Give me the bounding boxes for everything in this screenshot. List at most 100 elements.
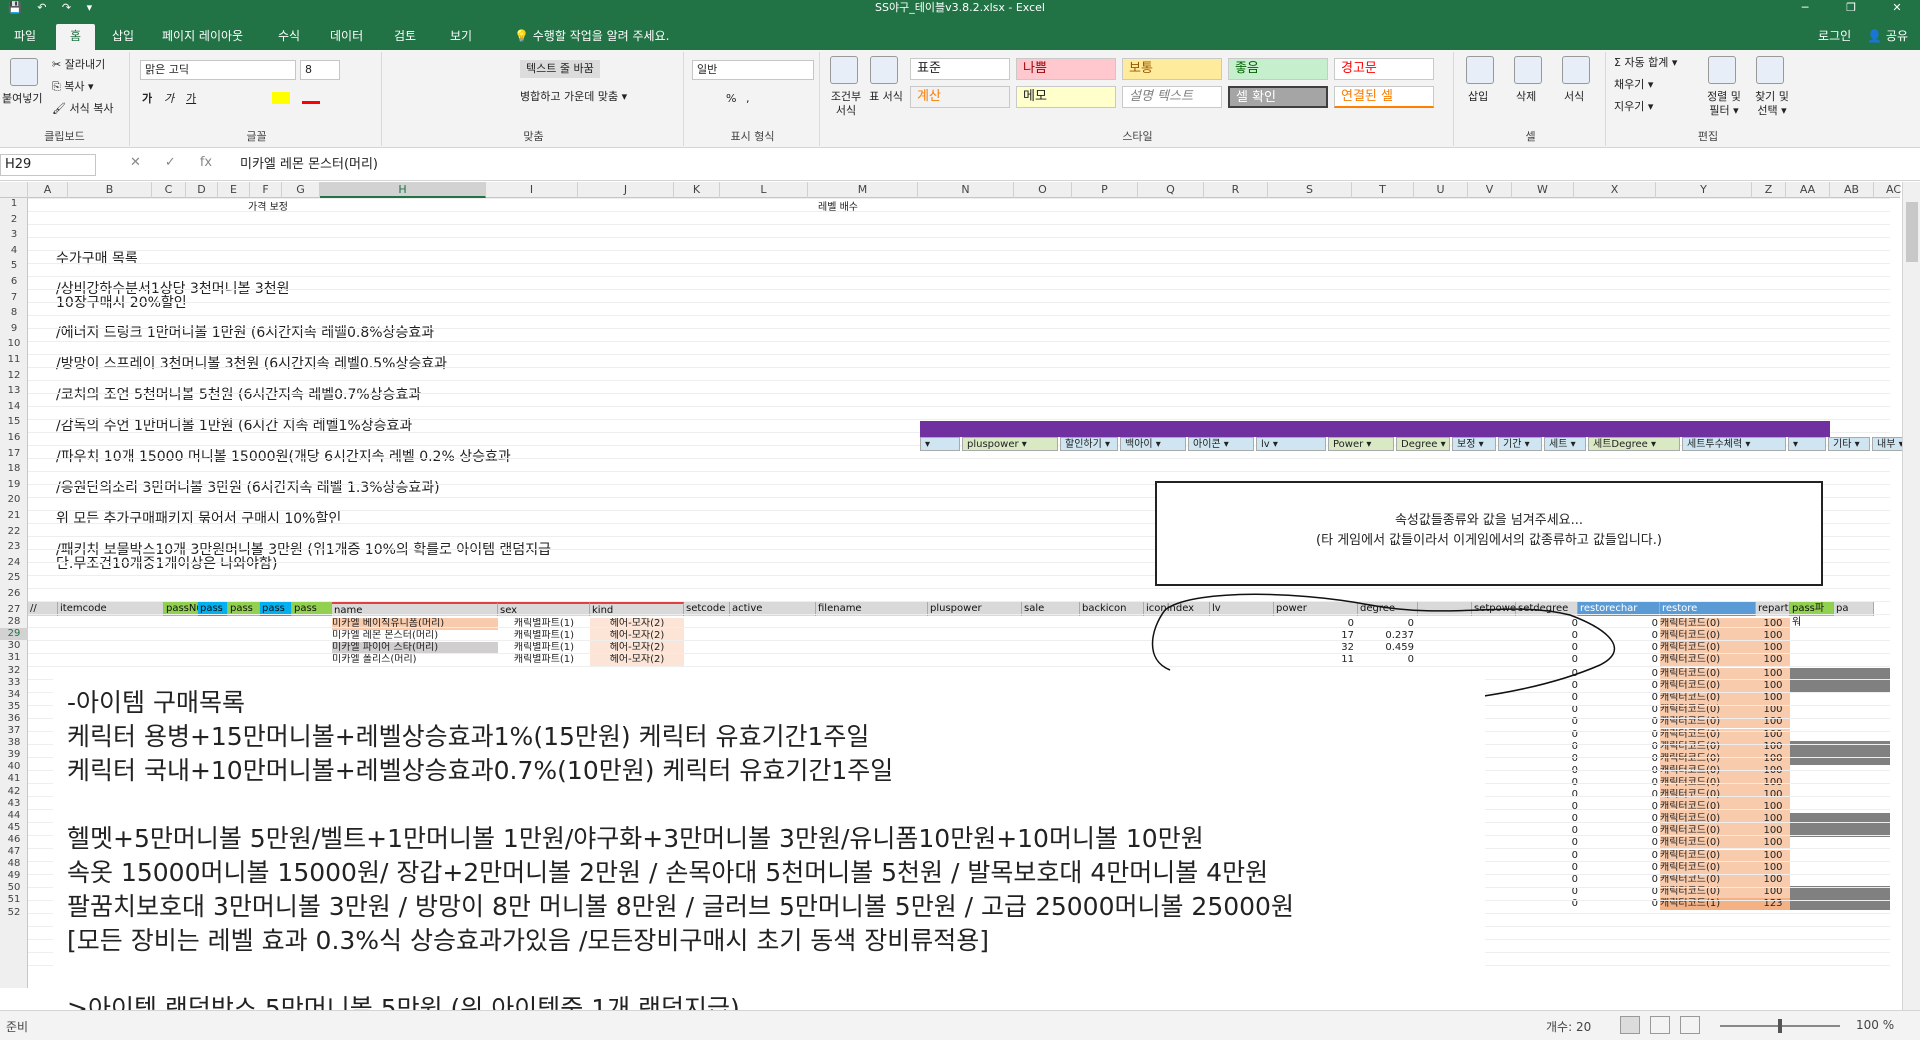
gray-cell[interactable] (1790, 752, 1890, 765)
row-header-44[interactable]: 44 (0, 810, 28, 822)
cut-button[interactable]: ✂ 잘라내기 (52, 58, 105, 72)
row-header-9[interactable]: 9 (0, 323, 28, 335)
find-select-button[interactable]: 찾기 및 선택 ▾ (1752, 90, 1792, 118)
row-header-12[interactable]: 12 (0, 370, 28, 382)
row-header-11[interactable]: 11 (0, 354, 28, 366)
gray-cell[interactable] (1790, 680, 1890, 693)
restorechar-cell[interactable]: 캐릭터코드(0) (1660, 849, 1756, 862)
row-header-23[interactable]: 23 (0, 541, 28, 553)
row-header-34[interactable]: 34 (0, 689, 28, 701)
restore-cell[interactable]: 100 (1756, 801, 1790, 814)
style-normal[interactable]: 표준 (910, 58, 1010, 80)
column-header-n[interactable]: N (918, 182, 1014, 198)
column-header-f[interactable]: F (250, 182, 282, 198)
font-name-combo[interactable]: 맑은 고딕 (140, 60, 296, 80)
fill-button[interactable]: 채우기 ▾ (1614, 78, 1653, 92)
row-header-27[interactable]: 27 (0, 604, 28, 616)
gray-cell[interactable] (1790, 813, 1890, 826)
restore-cell[interactable]: 100 (1756, 849, 1790, 862)
style-neutral[interactable]: 보통 (1122, 58, 1222, 80)
restorechar-cell[interactable]: 캐릭터코드(0) (1660, 801, 1756, 814)
filter-header[interactable]: 기타 ▾ (1828, 437, 1870, 451)
filter-header[interactable]: Power ▾ (1328, 437, 1394, 451)
column-header-i[interactable]: I (486, 182, 578, 198)
column-header-w[interactable]: W (1512, 182, 1574, 198)
filter-header[interactable]: 세트투수체력 ▾ (1682, 437, 1786, 451)
row-header-10[interactable]: 10 (0, 338, 28, 350)
column-header-c[interactable]: C (152, 182, 186, 198)
row-header-2[interactable]: 2 (0, 214, 28, 226)
fill-color-icon[interactable] (272, 92, 290, 104)
row-header-50[interactable]: 50 (0, 882, 28, 894)
kind-cell[interactable]: 헤어-모자(2) (590, 618, 684, 630)
delete-cells-icon[interactable] (1514, 56, 1542, 84)
row-header-38[interactable]: 38 (0, 737, 28, 749)
tab-data[interactable]: 데이터 (316, 24, 377, 50)
row-header-51[interactable]: 51 (0, 894, 28, 906)
setdegree-cell[interactable]: 0 (1578, 789, 1658, 801)
conditional-format-button[interactable]: 조건부 서식 (826, 90, 866, 118)
row-header-45[interactable]: 45 (0, 822, 28, 834)
insert-cells-icon[interactable] (1466, 56, 1494, 84)
restore-cell[interactable]: 100 (1756, 654, 1790, 666)
setpower-cell[interactable]: 0 (1516, 849, 1578, 862)
row-header-52[interactable]: 52 (0, 907, 28, 919)
column-header-x[interactable]: X (1574, 182, 1656, 198)
filter-header[interactable]: 세트Degree ▾ (1588, 437, 1680, 451)
filter-header[interactable]: 아이콘 ▾ (1188, 437, 1254, 451)
filter-header[interactable]: 백아이 ▾ (1120, 437, 1186, 451)
tab-review[interactable]: 검토 (380, 24, 430, 50)
setdegree-cell[interactable]: 0 (1578, 813, 1658, 826)
column-header-d[interactable]: D (186, 182, 218, 198)
row-header-22[interactable]: 22 (0, 526, 28, 538)
row-header-30[interactable]: 30 (0, 640, 28, 652)
row-header-32[interactable]: 32 (0, 665, 28, 677)
bold-button[interactable]: 가 (142, 92, 152, 106)
tab-file[interactable]: 파일 (0, 24, 50, 50)
column-header-a[interactable]: A (28, 182, 68, 198)
filter-header[interactable]: 보정 ▾ (1452, 437, 1496, 451)
restorechar-cell[interactable]: 캐릭터코드(0) (1660, 813, 1756, 826)
restorechar-cell[interactable]: 캐릭터코드(0) (1660, 740, 1756, 753)
kind-cell[interactable]: 헤어-모자(2) (590, 654, 684, 666)
row-header-24[interactable]: 24 (0, 557, 28, 569)
comma-button[interactable]: , (746, 92, 750, 106)
row-header-21[interactable]: 21 (0, 510, 28, 522)
restore-cell[interactable]: 100 (1756, 740, 1790, 753)
setdegree-cell[interactable]: 0 (1578, 849, 1658, 862)
row-header-37[interactable]: 37 (0, 725, 28, 737)
table-format-icon[interactable] (870, 56, 898, 84)
column-header-e[interactable]: E (218, 182, 250, 198)
restorechar-cell[interactable]: 캐릭터코드(0) (1660, 789, 1756, 801)
tab-formulas[interactable]: 수식 (264, 24, 314, 50)
zoom-level[interactable]: 100 % (1856, 1018, 1894, 1032)
column-header-v[interactable]: V (1468, 182, 1512, 198)
enter-icon[interactable]: ✓ (165, 155, 176, 170)
style-linked-cell[interactable]: 연결된 셀 (1334, 86, 1434, 108)
conditional-format-icon[interactable] (830, 56, 858, 84)
clear-button[interactable]: 지우기 ▾ (1614, 100, 1653, 114)
find-select-icon[interactable] (1756, 56, 1784, 84)
delete-cells-button[interactable]: 삭제 (1516, 90, 1536, 104)
style-explanatory[interactable]: 설명 텍스트 (1122, 86, 1222, 108)
column-header-g[interactable]: G (282, 182, 320, 198)
share-button[interactable]: 👤 공유 (1867, 24, 1908, 48)
row-header-18[interactable]: 18 (0, 463, 28, 475)
minimize-button[interactable]: ─ (1782, 0, 1828, 16)
column-header-u[interactable]: U (1414, 182, 1468, 198)
name-cell[interactable]: 미카엘 폴리스(머리) (332, 654, 498, 666)
restore-cell[interactable]: 100 (1756, 813, 1790, 826)
setpower-cell[interactable]: 0 (1516, 801, 1578, 814)
column-header-t[interactable]: T (1352, 182, 1414, 198)
restorechar-cell[interactable]: 캐릭터코드(0) (1660, 861, 1756, 874)
row-header-5[interactable]: 5 (0, 260, 28, 272)
close-button[interactable]: ✕ (1874, 0, 1920, 16)
percent-button[interactable]: % (726, 92, 736, 106)
restore-cell[interactable]: 100 (1756, 873, 1790, 886)
merge-center-button[interactable]: 병합하고 가운데 맞춤 ▾ (520, 90, 627, 104)
underline-button[interactable]: 가 (186, 92, 196, 106)
tab-view[interactable]: 보기 (436, 24, 486, 50)
vertical-scrollbar[interactable] (1902, 182, 1920, 1010)
paste-button[interactable]: 붙여넣기 (2, 92, 42, 106)
format-cells-button[interactable]: 서식 (1564, 90, 1584, 104)
